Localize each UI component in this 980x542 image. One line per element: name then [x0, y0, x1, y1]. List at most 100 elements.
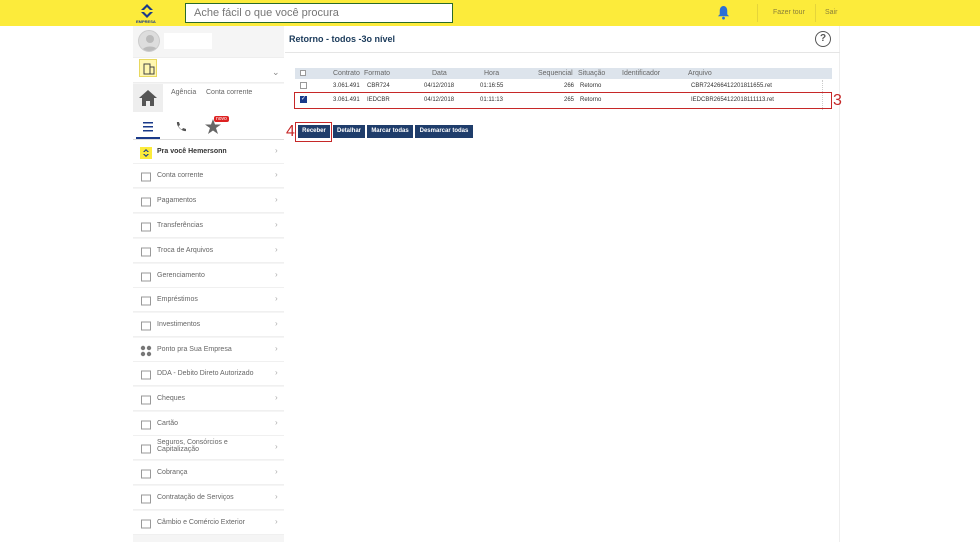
sidebar-item-cobran-a[interactable] [133, 461, 284, 485]
sidebar-item-cart-o[interactable] [133, 412, 284, 436]
annotation-number: 3 [833, 92, 842, 109]
detail-button[interactable]: Detalhar [333, 125, 365, 138]
transfer-icon [140, 220, 152, 232]
cell-sequencial: 266 [564, 83, 575, 89]
user-name-box [164, 33, 212, 49]
divider [757, 4, 758, 22]
chevron-right-icon: › [275, 220, 278, 229]
chevron-right-icon: › [275, 195, 278, 204]
investment-icon [140, 319, 152, 331]
chevron-right-icon: › [275, 492, 278, 501]
column-header: Arquivo [688, 70, 712, 77]
logo-text: EMPRESA [136, 19, 156, 24]
avatar[interactable] [138, 30, 160, 52]
services-icon [140, 492, 152, 504]
chevron-right-icon: › [275, 146, 278, 155]
file-exchange-icon [140, 245, 152, 257]
home-button[interactable] [133, 84, 163, 112]
bb-icon [140, 146, 152, 159]
chevron-down-icon[interactable]: ⌄ [272, 67, 280, 78]
cell-contrato: 3.061.491 [333, 83, 360, 89]
chevron-right-icon: › [275, 270, 278, 279]
sidebar-item-label: Cheques [157, 395, 186, 402]
chevron-right-icon: › [275, 344, 278, 353]
sidebar-item-label: Seguros, Consórcios e Capitalização [157, 439, 228, 453]
row-checkbox[interactable] [300, 82, 307, 89]
sidebar-item-investimentos[interactable] [133, 313, 284, 337]
sidebar-item-label: Transferências [157, 222, 204, 229]
account-icon [140, 170, 152, 182]
sidebar-item-empr-stimos[interactable] [133, 288, 284, 312]
chevron-right-icon: › [275, 393, 278, 402]
cell-situacao: Retorno [580, 83, 602, 89]
page-title: Retorno - todos -3o nível [289, 34, 396, 44]
card-icon [140, 418, 152, 430]
sidebar-item-conta-corrente[interactable] [133, 164, 284, 188]
sidebar-item-pagamentos[interactable] [133, 189, 284, 213]
sidebar-item-label: DDA - Debito Direto Autorizado [157, 370, 254, 377]
new-badge: novo [214, 116, 229, 122]
sidebar-item-label: Empréstimos [157, 296, 198, 303]
cell-hora: 01:16:55 [480, 83, 504, 89]
sidebar-item-transfer-ncias[interactable] [133, 214, 284, 238]
account-label: Conta corrente [206, 89, 253, 96]
help-icon[interactable]: ? [815, 31, 831, 47]
cell-data: 04/12/2018 [424, 83, 455, 89]
select-all-checkbox[interactable] [300, 70, 306, 76]
annotation-number: 4 [286, 123, 295, 140]
sidebar-item-label: Troca de Arquivos [157, 247, 214, 254]
sidebar-item-label: Pra você Hemersonn [157, 148, 227, 155]
sidebar-item-label: Gerenciamento [157, 272, 205, 279]
agency-label: Agência [171, 89, 197, 96]
tour-link[interactable]: Fazer tour [773, 9, 805, 16]
chevron-right-icon: › [275, 467, 278, 476]
chevron-right-icon: › [275, 319, 278, 328]
loan-icon [140, 294, 152, 306]
tab-phone[interactable] [166, 114, 196, 140]
column-header: Data [432, 70, 447, 77]
sidebar-item-label: Ponto pra Sua Empresa [157, 346, 232, 353]
sidebar-item-label: Conta corrente [157, 172, 204, 179]
row-highlight-annotation [294, 92, 832, 109]
check-icon [140, 393, 152, 405]
phone-icon [176, 122, 186, 132]
logout-link[interactable]: Sair [825, 9, 837, 16]
home-icon [139, 90, 157, 106]
chevron-right-icon: › [275, 245, 278, 254]
sidebar-item-cheques[interactable] [133, 387, 284, 411]
chevron-right-icon: › [275, 418, 278, 427]
management-icon [140, 270, 152, 282]
sidebar-item-label: Contratação de Serviços [157, 494, 234, 501]
billing-icon [140, 467, 152, 479]
deselect-all-button[interactable]: Desmarcar todas [415, 125, 473, 138]
active-tab-indicator [136, 137, 160, 139]
sidebar-item-label: Cobrança [157, 469, 188, 476]
column-header: Contrato [333, 70, 360, 77]
select-all-button[interactable]: Marcar todas [367, 125, 413, 138]
divider [815, 4, 816, 22]
payment-icon [140, 195, 152, 207]
sidebar-item-label: Cartão [157, 420, 179, 427]
column-header: Identificador [622, 70, 661, 77]
receive-button[interactable]: Receber [298, 125, 330, 138]
chevron-right-icon: › [275, 294, 278, 303]
column-header: Sequencial [538, 70, 573, 77]
divider [285, 52, 840, 53]
bell-icon[interactable] [716, 5, 731, 20]
sidebar-item-gerenciamento[interactable] [133, 264, 284, 288]
search-input[interactable] [185, 3, 453, 23]
column-header: Situação [578, 70, 606, 77]
sidebar-item-label: Investimentos [157, 321, 201, 328]
scrollbar[interactable] [822, 80, 823, 110]
sidebar-item-label: Câmbio e Comércio Exterior [157, 519, 245, 526]
exchange-icon [140, 517, 152, 529]
chevron-right-icon: › [275, 170, 278, 179]
sidebar-item-label: Pagamentos [157, 197, 197, 204]
building-icon [139, 59, 157, 77]
column-header: Hora [484, 70, 500, 77]
chevron-right-icon: › [275, 368, 278, 377]
chevron-right-icon: › [275, 517, 278, 526]
chevron-right-icon: › [275, 442, 278, 451]
menu-icon [143, 122, 153, 132]
column-header: Formato [364, 70, 391, 77]
